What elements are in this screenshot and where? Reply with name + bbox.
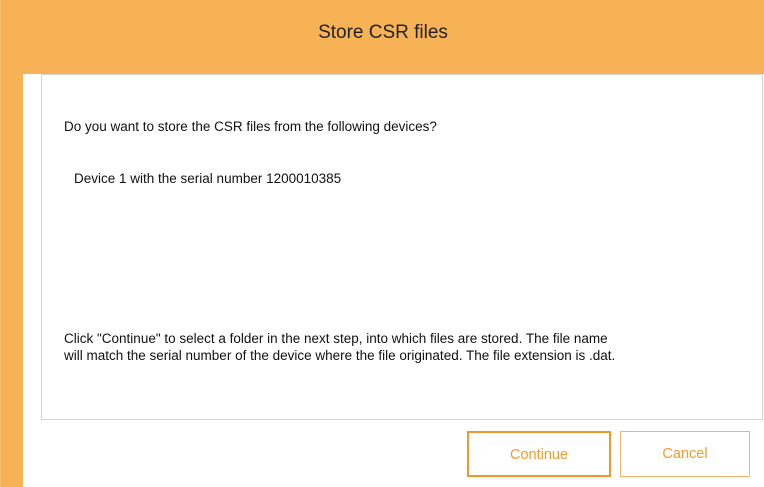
title-bar[interactable]: Store CSR files xyxy=(1,0,764,74)
cancel-button[interactable]: Cancel xyxy=(620,431,750,477)
window-title: Store CSR files xyxy=(318,22,448,43)
device-list-item: Device 1 with the serial number 12000103… xyxy=(74,171,342,186)
instructions-text: Click "Continue" to select a folder in t… xyxy=(64,330,744,364)
instructions-line-1: Click "Continue" to select a folder in t… xyxy=(64,331,608,346)
dialog-body: Do you want to store the CSR files from … xyxy=(23,74,764,487)
question-text: Do you want to store the CSR files from … xyxy=(64,119,437,134)
message-panel: Do you want to store the CSR files from … xyxy=(41,74,763,420)
continue-button[interactable]: Continue xyxy=(467,431,611,477)
dialog-window: Store CSR files Do you want to store the… xyxy=(0,0,764,487)
instructions-line-2: will match the serial number of the devi… xyxy=(64,348,616,363)
